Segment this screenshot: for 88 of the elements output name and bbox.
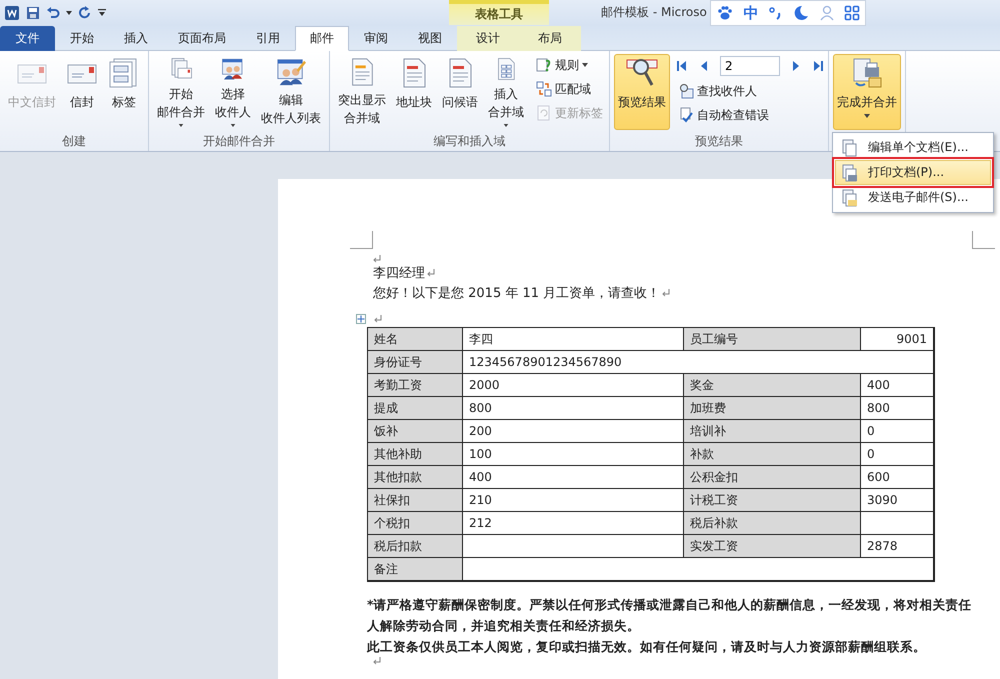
last-record-icon[interactable] <box>812 60 824 72</box>
save-icon[interactable] <box>26 6 40 20</box>
undo-icon[interactable] <box>46 6 60 20</box>
document-icon <box>840 188 858 206</box>
table-cell: 员工编号 <box>683 327 861 351</box>
ribbon-button[interactable]: 编辑 收件人列表 <box>257 54 325 130</box>
people-pencil-icon <box>275 57 307 87</box>
table-cell: 个税扣 <box>367 511 463 535</box>
document-icon <box>840 164 858 182</box>
table-cell: 姓名 <box>367 327 463 351</box>
ribbon-tab[interactable]: 插入 <box>109 26 163 51</box>
moon-icon[interactable] <box>793 5 810 21</box>
dropdown-icon[interactable] <box>66 10 72 14</box>
paw-icon[interactable] <box>716 4 734 22</box>
corner-mark <box>350 231 373 249</box>
ribbon-button[interactable]: 插入 合并域 <box>484 54 528 130</box>
ribbon-button[interactable]: 完成并合并 <box>833 54 901 130</box>
paragraph-mark-icon <box>373 657 381 665</box>
input-mode-toggle[interactable]: 中 <box>743 4 758 22</box>
document-icon <box>840 138 858 156</box>
table-cell: 税后补款 <box>683 511 861 535</box>
check-icon <box>678 107 694 123</box>
table-cell: 公积金扣 <box>683 465 861 489</box>
menu-item[interactable]: 打印文档(P)... <box>835 160 991 185</box>
ribbon-button[interactable]: 查找收件人 <box>676 80 824 102</box>
table-cell: 奖金 <box>683 373 861 397</box>
ribbon-tab[interactable]: 开始 <box>55 26 109 51</box>
refresh-icon <box>536 105 552 121</box>
note-paragraph: *请严格遵守薪酬保密制度。严禁以任何形式传播或泄露自己和他人的薪酬信息，一经发现，将对相关责任人解除劳动合同，并追究相关责任和经济损失。 <box>367 596 973 635</box>
ribbon-tab[interactable]: 审阅 <box>349 26 403 51</box>
ribbon-button[interactable]: 标签 <box>104 54 144 130</box>
salutation-text: 李四经理 <box>373 265 425 282</box>
ribbon-button[interactable]: 选择 收件人 <box>211 54 255 130</box>
paragraph-mark-icon <box>427 269 435 277</box>
table-cell: 饭补 <box>367 419 463 443</box>
window-title: 邮件模板 - Microso <box>601 4 707 21</box>
grid-icon[interactable] <box>844 5 860 21</box>
table-cell: 考勤工资 <box>367 373 463 397</box>
table-cell: 补款 <box>683 442 861 466</box>
corner-mark <box>972 231 995 249</box>
table-cell: 培训补 <box>683 419 861 443</box>
file-tab[interactable]: 文件 <box>0 26 55 51</box>
find-person-icon <box>678 83 694 99</box>
word-icon[interactable] <box>4 4 20 20</box>
paragraph-mark-icon <box>662 289 670 297</box>
ribbon-button[interactable]: 预览结果 <box>614 54 670 130</box>
contextual-tab-group: 表格工具 <box>449 0 549 25</box>
table-cell: 税后扣款 <box>367 534 463 558</box>
note-paragraph: 此工资条仅供员工本人阅览，复印或扫描无效。如有任何疑问，请及时与人力资源部薪酬组联系。 <box>367 638 927 656</box>
group-label: 预览结果 <box>694 133 744 150</box>
ribbon-button[interactable]: 开始 邮件合并 <box>153 54 209 130</box>
table-cell: 加班费 <box>683 396 861 420</box>
match-fields-icon <box>536 81 552 97</box>
table-cell: 社保扣 <box>367 488 463 512</box>
table-cell: 身份证号 <box>367 350 463 374</box>
group-label: 创建 <box>61 133 87 150</box>
table-cell: 计税工资 <box>683 488 861 512</box>
ribbon-tab[interactable]: 设计 <box>457 26 519 51</box>
ribbon-button[interactable]: 自动检查错误 <box>676 104 824 126</box>
first-record-icon[interactable] <box>676 60 688 72</box>
paragraph-mark-icon <box>374 315 382 323</box>
ribbon-tab[interactable]: 布局 <box>519 26 581 51</box>
ribbon-tab[interactable]: 页面布局 <box>163 26 241 51</box>
ribbon-button[interactable]: 信封 <box>62 54 102 130</box>
document-envelope-icon <box>851 57 883 89</box>
record-number-field[interactable]: 2 <box>720 56 780 76</box>
table-cell: 实发工资 <box>683 534 861 558</box>
table-move-handle-icon[interactable] <box>356 314 366 324</box>
paragraph-mark-icon <box>373 255 381 263</box>
group-label: 编写和插入域 <box>432 133 506 150</box>
rules-icon <box>536 57 552 73</box>
ribbon-tab[interactable]: 邮件 <box>295 26 349 51</box>
ribbon-button[interactable]: 地址块 <box>392 54 436 130</box>
ribbon-tab[interactable]: 引用 <box>241 26 295 51</box>
ribbon-button[interactable]: 突出显示 合并域 <box>334 54 390 130</box>
ribbon-button[interactable]: 规则 <box>534 54 605 76</box>
group-label: 开始邮件合并 <box>202 133 276 150</box>
table-cell: 其他补助 <box>367 442 463 466</box>
table-cell: 其他扣款 <box>367 465 463 489</box>
customize-icon[interactable] <box>98 8 106 16</box>
menu-item[interactable]: 发送电子邮件(S)... <box>835 185 991 210</box>
redo-icon[interactable] <box>78 6 92 20</box>
greeting-text: 您好！以下是您 2015 年 11 月工资单，请查收！ <box>373 285 660 302</box>
ribbon-button[interactable]: 匹配域 <box>534 78 605 100</box>
table-cell: 备注 <box>367 557 463 581</box>
table-cell: 提成 <box>367 396 463 420</box>
ribbon-button[interactable]: 问候语 <box>438 54 482 130</box>
ribbon-tab[interactable]: 视图 <box>403 26 457 51</box>
